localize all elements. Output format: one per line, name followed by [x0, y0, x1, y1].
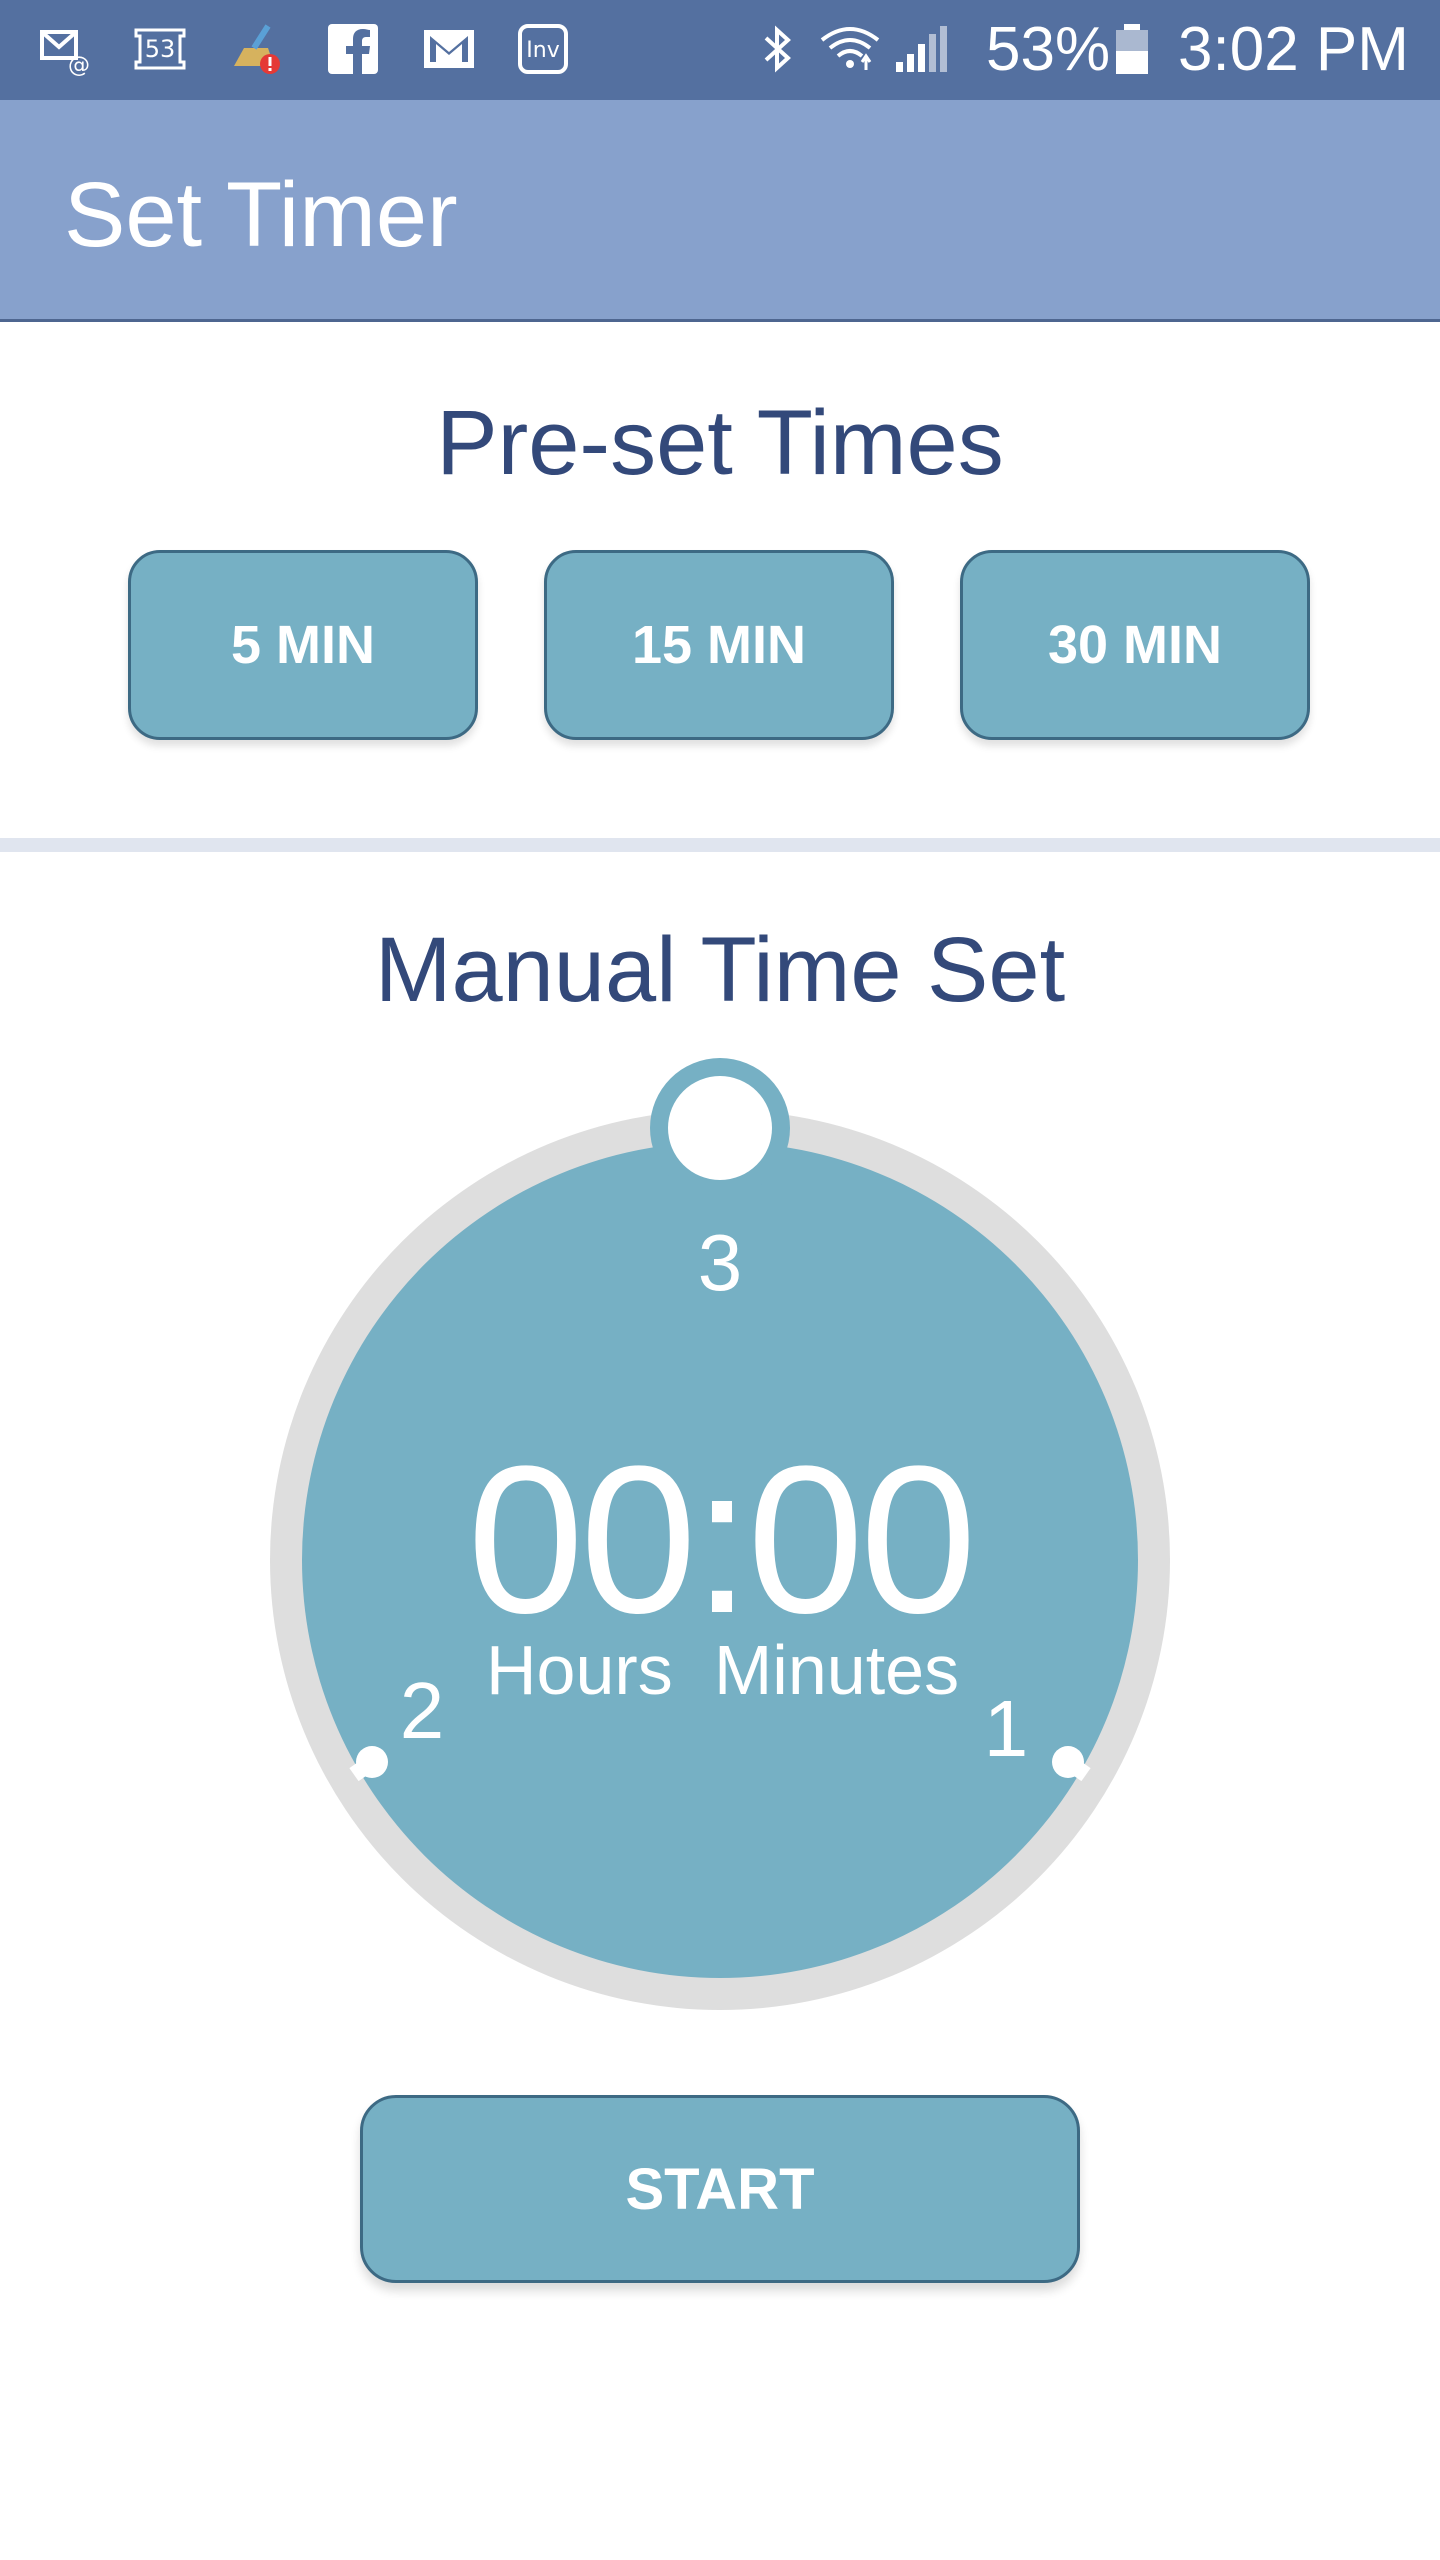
- svg-text:53: 53: [145, 35, 176, 63]
- preset-30-min-button[interactable]: 30 MIN: [960, 550, 1310, 740]
- facebook-icon: [326, 22, 380, 76]
- battery-icon: [1112, 22, 1152, 76]
- page-title: Set Timer: [64, 164, 458, 266]
- badge-53-icon: 53: [128, 22, 192, 76]
- dial-mark-2: 2: [399, 1666, 445, 1755]
- minutes-label: Minutes: [714, 1631, 960, 1709]
- signal-icon: [890, 22, 954, 76]
- cleaner-alert-icon: [228, 22, 282, 76]
- bluetooth-icon: [752, 22, 802, 76]
- svg-text:@: @: [68, 53, 90, 76]
- manual-heading: Manual Time Set: [374, 919, 1066, 1021]
- dial-handle-center: [668, 1076, 772, 1180]
- battery-percent: 53%: [986, 15, 1111, 84]
- dial-mark-1: 1: [983, 1684, 1029, 1773]
- preset-5-min-button[interactable]: 5 MIN: [128, 550, 478, 740]
- section-divider: [0, 838, 1440, 852]
- status-bar: @ 53 Inv 53% 3:02 PM: [0, 0, 1440, 100]
- dial-mark-3: 3: [697, 1218, 743, 1307]
- clock: 3:02 PM: [1178, 15, 1409, 84]
- hours-label: Hours: [486, 1631, 673, 1709]
- start-button[interactable]: START: [360, 2095, 1080, 2283]
- gmail-icon: [422, 22, 476, 76]
- wifi-icon: [818, 22, 882, 76]
- preset-heading: Pre-set Times: [436, 392, 1004, 494]
- email-at-icon: @: [38, 22, 92, 76]
- preset-15-min-button[interactable]: 15 MIN: [544, 550, 894, 740]
- inv-app-icon: Inv: [516, 22, 570, 76]
- time-display: 00:00: [467, 1422, 977, 1657]
- svg-text:Inv: Inv: [526, 38, 559, 63]
- app-bar: Set Timer: [0, 100, 1440, 322]
